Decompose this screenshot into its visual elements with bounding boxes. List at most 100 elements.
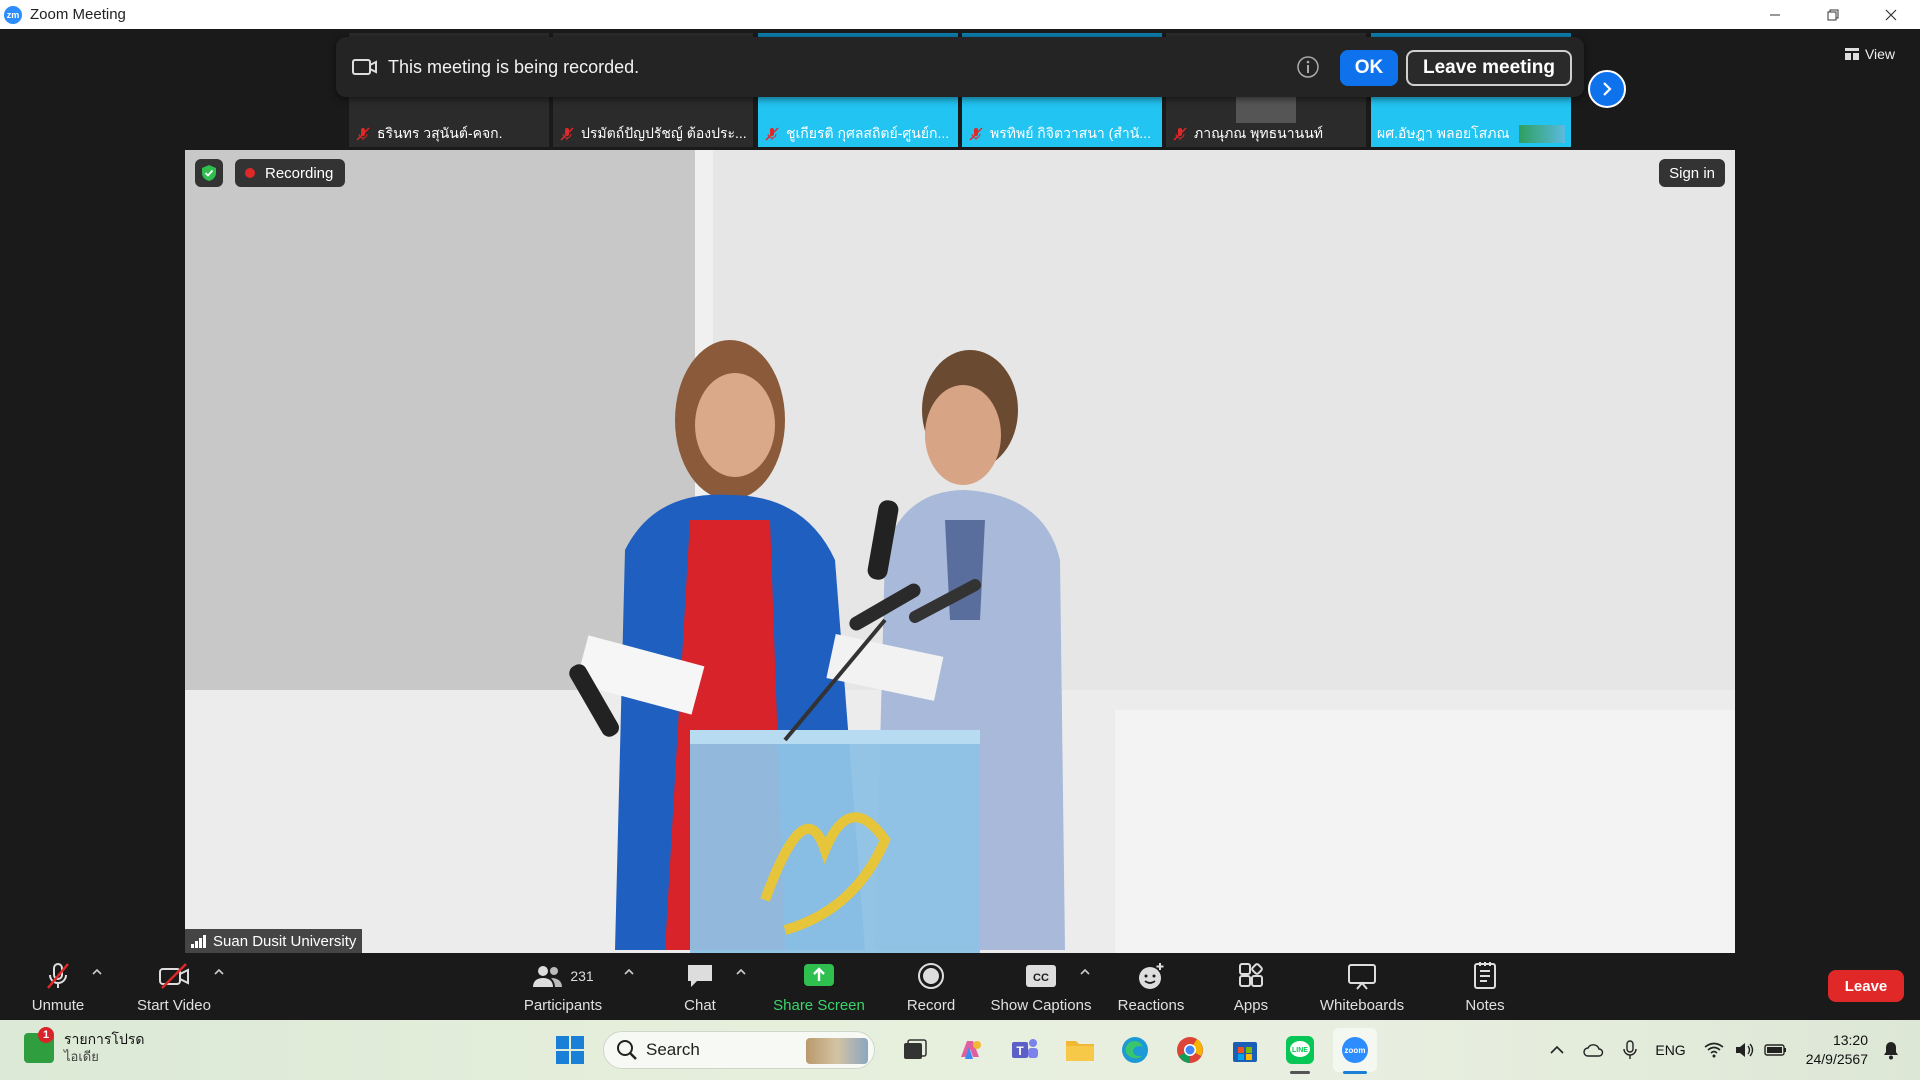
edge-button[interactable] <box>1113 1028 1157 1072</box>
taskbar-apps: Search T LINE zoom <box>548 1028 1388 1074</box>
running-indicator <box>1343 1071 1367 1074</box>
ok-button[interactable]: OK <box>1340 50 1398 86</box>
window-controls <box>1746 0 1920 29</box>
participants-button[interactable]: 231 Participants <box>518 953 608 1020</box>
clock[interactable]: 13:20 24/9/2567 <box>1806 1031 1868 1069</box>
notification-badge: 1 <box>38 1027 54 1043</box>
share-screen-label: Share Screen <box>773 997 865 1014</box>
running-indicator <box>1290 1071 1310 1074</box>
apps-button[interactable]: Apps <box>1230 953 1272 1020</box>
meeting-toolbar: Unmute Start Video 231 Participants Chat… <box>0 953 1920 1020</box>
search-highlight-image <box>806 1038 868 1064</box>
speaker-name-tag: Suan Dusit University <box>185 929 363 953</box>
meeting-area: ธรินทร วสุนันต์-คจก. ปรมัตถ์ปัญปรัชญ์ ต้… <box>0 29 1920 953</box>
next-page-arrow[interactable] <box>1588 70 1626 108</box>
chat-options-caret-icon[interactable] <box>734 965 748 979</box>
audio-options-caret-icon[interactable] <box>90 965 104 979</box>
participant-name: ผศ.อัษฎา พลอยโสภณ <box>1377 125 1510 141</box>
muted-mic-icon <box>356 127 370 141</box>
clock-date: 24/9/2567 <box>1805 1051 1868 1067</box>
muted-mic-icon <box>560 127 574 141</box>
record-icon <box>918 963 944 989</box>
close-button[interactable] <box>1862 0 1920 29</box>
notes-button[interactable]: Notes <box>1460 953 1510 1020</box>
start-video-button[interactable]: Start Video <box>132 953 216 1020</box>
battery-icon <box>1764 1044 1786 1056</box>
store-button[interactable] <box>1223 1028 1267 1072</box>
clock-time: 13:20 <box>1832 1032 1868 1048</box>
task-view-button[interactable] <box>893 1028 937 1072</box>
participant-name: ภาณุภณ พุทธนานนท์ <box>1172 124 1360 144</box>
zoom-icon: zoom <box>1342 1037 1368 1063</box>
apps-label: Apps <box>1233 997 1269 1014</box>
participant-name: ปรมัตถ์ปัญปรัชญ์ ต้องประ... <box>559 124 747 144</box>
taskbar-search[interactable]: Search <box>603 1031 875 1069</box>
participants-count: 231 <box>570 968 594 984</box>
show-captions-button[interactable]: CC Show Captions <box>988 953 1094 1020</box>
title-bar: zm Zoom Meeting <box>0 0 1920 29</box>
recording-message: This meeting is being recorded. <box>388 56 640 77</box>
widgets-button[interactable]: 1 รายการโปรด ไอเดีย <box>24 1027 144 1066</box>
whiteboards-button[interactable]: Whiteboards <box>1316 953 1408 1020</box>
chat-bubble-icon <box>688 965 712 987</box>
chat-button[interactable]: Chat <box>672 953 728 1020</box>
system-tray: ENG 13:20 24/9/2567 <box>1549 1020 1920 1080</box>
leave-meeting-button[interactable]: Leave meeting <box>1406 50 1572 86</box>
captions-options-caret-icon[interactable] <box>1078 965 1092 979</box>
participants-icon <box>533 966 563 987</box>
video-off-icon <box>159 963 189 989</box>
notifications-button[interactable] <box>1882 1040 1900 1060</box>
captions-icon: CC <box>1026 965 1056 987</box>
onedrive-tray[interactable] <box>1583 1043 1605 1057</box>
file-explorer-button[interactable] <box>1058 1028 1102 1072</box>
video-options-caret-icon[interactable] <box>212 965 226 979</box>
recording-indicator[interactable]: Recording <box>235 159 346 187</box>
speaker-name: Suan Dusit University <box>213 932 357 950</box>
zoom-app-button[interactable]: zoom <box>1333 1028 1377 1074</box>
whiteboard-icon <box>1348 964 1376 990</box>
chat-label: Chat <box>684 997 716 1014</box>
video-camera-icon <box>352 59 377 75</box>
encryption-shield-icon[interactable] <box>195 159 223 187</box>
windows-taskbar: 1 รายการโปรด ไอเดีย Search T LINE zoom E… <box>0 1020 1920 1080</box>
search-label: Search <box>646 1040 700 1059</box>
share-screen-button[interactable]: Share Screen <box>772 953 866 1020</box>
view-label: View <box>1864 46 1896 62</box>
reactions-label: Reactions <box>1117 997 1185 1014</box>
reactions-button[interactable]: Reactions <box>1116 953 1186 1020</box>
reaction-emoji-icon <box>1139 963 1164 989</box>
svg-text:LINE: LINE <box>1292 1047 1308 1054</box>
captions-label: Show Captions <box>990 997 1092 1014</box>
restore-button[interactable] <box>1804 0 1862 29</box>
chrome-button[interactable] <box>1168 1028 1212 1072</box>
participants-options-caret-icon[interactable] <box>622 965 636 979</box>
recording-notification: This meeting is being recorded. OK Leave… <box>336 37 1584 97</box>
teams-button[interactable]: T <box>1003 1028 1047 1072</box>
minimize-button[interactable] <box>1746 0 1804 29</box>
stage-scene <box>185 150 1735 953</box>
network-volume-battery[interactable] <box>1704 1042 1788 1058</box>
cloud-icon <box>1583 1044 1604 1057</box>
chevron-up-icon <box>1550 1045 1564 1054</box>
input-language[interactable]: ENG <box>1655 1042 1685 1058</box>
participants-label: Participants <box>523 997 603 1014</box>
start-button[interactable] <box>548 1028 592 1072</box>
view-button[interactable]: View <box>1836 41 1904 67</box>
svg-text:zoom: zoom <box>1345 1046 1366 1055</box>
participant-name: ธรินทร วสุนันต์-คจก. <box>355 124 543 144</box>
copilot-button[interactable] <box>948 1028 992 1072</box>
wifi-icon <box>1704 1042 1724 1058</box>
microphone-tray[interactable] <box>1623 1040 1638 1060</box>
whiteboards-label: Whiteboards <box>1319 997 1405 1014</box>
line-app-button[interactable]: LINE <box>1278 1028 1322 1074</box>
leave-button[interactable]: Leave <box>1828 970 1904 1002</box>
show-hidden-icons[interactable] <box>1549 1044 1565 1056</box>
record-button[interactable]: Record <box>902 953 960 1020</box>
muted-mic-icon <box>1173 127 1187 141</box>
sign-in-button[interactable]: Sign in <box>1659 159 1725 187</box>
grid-view-icon <box>1844 48 1859 60</box>
unmute-button[interactable]: Unmute <box>22 953 94 1020</box>
bell-icon <box>1884 1042 1898 1060</box>
search-icon <box>617 1040 637 1060</box>
info-icon[interactable] <box>1296 55 1320 79</box>
